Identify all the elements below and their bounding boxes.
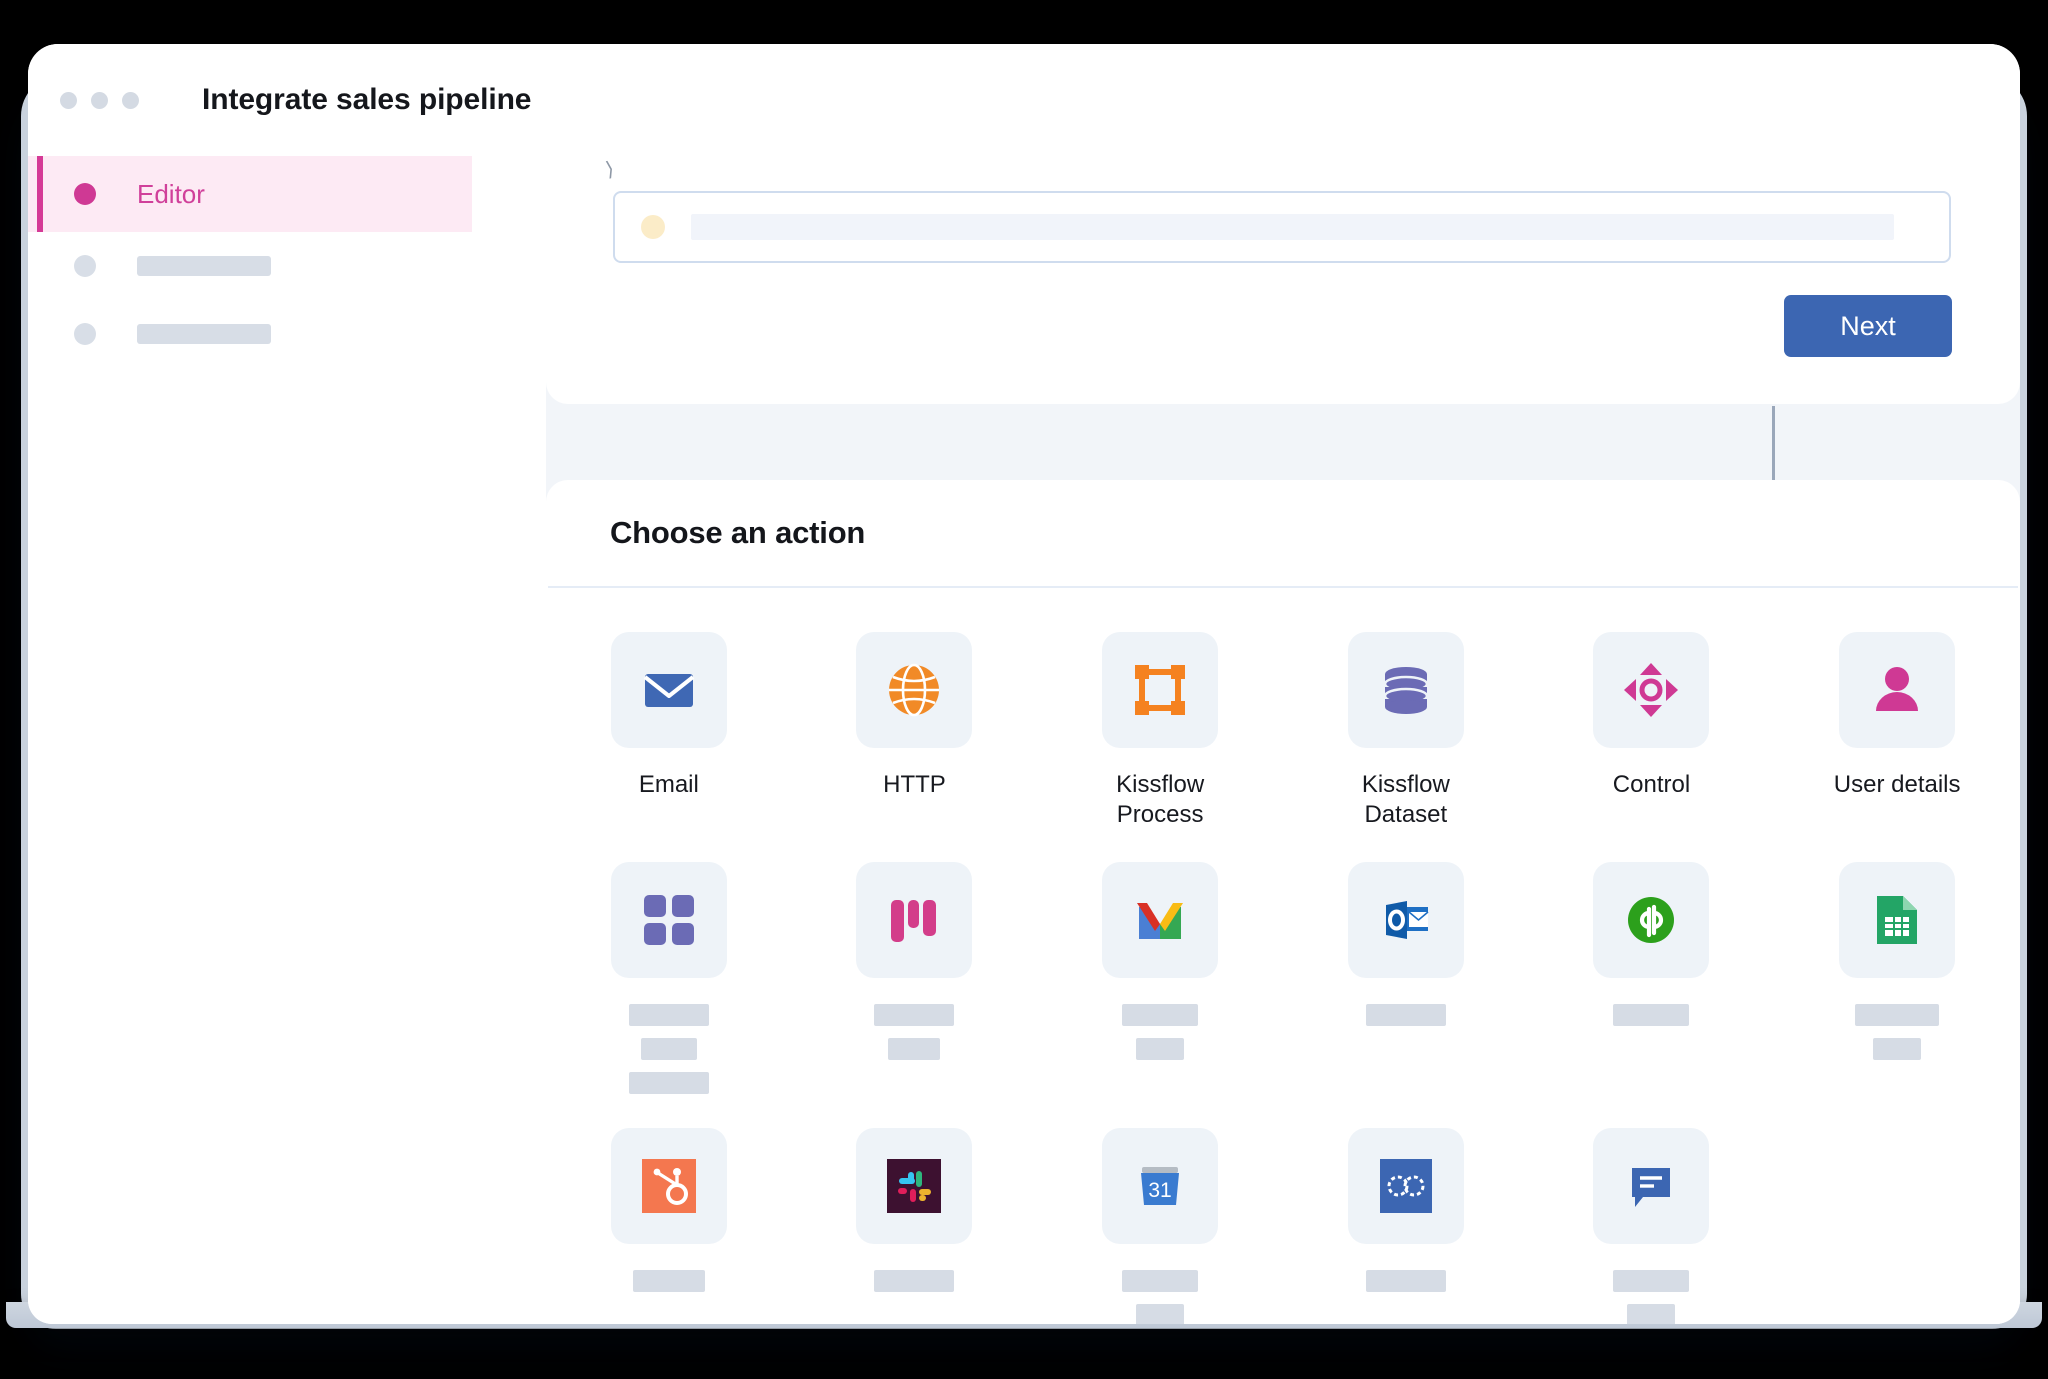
action-tile-ghost-label <box>1613 1269 1690 1324</box>
sidebar-item-ghost-label <box>137 324 271 344</box>
action-tile-label: HTTP <box>883 771 946 798</box>
email-icon <box>610 632 727 748</box>
sidebar-item-editor[interactable]: Editor <box>28 156 472 232</box>
sidebar-item-placeholder-2[interactable] <box>28 300 508 368</box>
action-tile-label: Kissflow Process <box>1116 771 1205 828</box>
action-tile-ghost-label <box>874 1003 955 1060</box>
step-input-field[interactable] <box>613 191 1951 263</box>
action-tile-ghost-label <box>1365 1269 1446 1292</box>
action-tile-label: Email <box>638 771 699 798</box>
action-tile-ghost-label <box>1122 1003 1199 1060</box>
next-button[interactable]: Next <box>1784 295 1952 357</box>
action-tile-label: Kissflow Dataset <box>1361 771 1450 828</box>
control-icon <box>1593 632 1710 748</box>
action-tile-quickbooks[interactable] <box>1551 861 1751 1094</box>
outlook-icon <box>1347 861 1464 978</box>
action-tile-ghost-label <box>632 1269 705 1292</box>
gmail-icon <box>1102 861 1219 978</box>
monday-icon <box>856 861 973 978</box>
kissflow-process-icon <box>1102 632 1219 748</box>
action-grid-row-1: Email HTTP Kissflow Process Kissflow Dat… <box>546 588 2020 830</box>
google-sheets-icon <box>1839 861 1956 978</box>
action-tile-monday[interactable] <box>814 861 1014 1094</box>
action-tile-kissflow-process[interactable]: Kissflow Process <box>1060 632 1260 830</box>
sidebar: Editor <box>28 156 508 1324</box>
scene: Integrate sales pipeline Editor ⟩ Next C… <box>0 0 2048 1379</box>
choose-action-card: Choose an action Email HTTP Kissflow Pro… <box>546 480 2020 1324</box>
sidebar-item-label: Editor <box>137 178 205 209</box>
field-ghost-value <box>691 214 1894 240</box>
choose-action-header: Choose an action <box>548 480 2018 588</box>
action-tile-empty-slot <box>1797 1128 1997 1325</box>
action-tile-ghost-label <box>1365 1003 1446 1026</box>
status-bullet-icon <box>641 215 665 239</box>
minimize-dot-icon[interactable] <box>91 91 108 109</box>
trigger-step-card: ⟩ Next <box>546 154 2020 404</box>
google-calendar-icon: 31 <box>1102 1127 1219 1244</box>
window-controls[interactable] <box>60 91 139 109</box>
action-tile-outlook[interactable] <box>1306 861 1506 1094</box>
action-tile-email[interactable]: Email <box>569 632 769 830</box>
slack-icon <box>856 1127 973 1244</box>
link-chain-icon <box>1347 1127 1464 1244</box>
sidebar-item-placeholder-1[interactable] <box>28 232 508 300</box>
sidebar-item-ghost-label <box>137 256 271 276</box>
user-details-icon <box>1839 632 1956 748</box>
bullet-icon <box>74 255 96 277</box>
action-tile-link-chain[interactable] <box>1306 1127 1506 1325</box>
action-grid-row-3: 31 <box>546 1094 2020 1325</box>
action-tile-label: Control <box>1612 771 1691 798</box>
title-bar: Integrate sales pipeline <box>28 44 2020 156</box>
action-tile-hubspot[interactable] <box>569 1127 769 1325</box>
page-title: Integrate sales pipeline <box>202 83 532 116</box>
chat-bubble-icon <box>1593 1127 1710 1244</box>
grid-squares-icon <box>610 861 727 978</box>
bullet-icon <box>74 323 96 345</box>
action-tile-gmail[interactable] <box>1060 861 1260 1094</box>
kissflow-dataset-icon <box>1347 632 1464 748</box>
action-tile-grid-app[interactable] <box>569 861 769 1094</box>
action-tile-ghost-label <box>1122 1269 1199 1324</box>
action-tile-ghost-label <box>874 1269 955 1292</box>
maximize-dot-icon[interactable] <box>122 91 139 109</box>
flow-connector-line <box>1772 406 1775 486</box>
action-tile-http[interactable]: HTTP <box>814 632 1014 830</box>
close-dot-icon[interactable] <box>60 91 77 109</box>
action-tile-control[interactable]: Control <box>1551 632 1751 830</box>
action-tile-ghost-label <box>1613 1003 1690 1026</box>
action-tile-ghost-label <box>1855 1003 1940 1060</box>
action-tile-ghost-label <box>628 1003 709 1094</box>
action-tile-user-details[interactable]: User details <box>1797 632 1997 830</box>
svg-text:31: 31 <box>1148 1179 1171 1202</box>
action-tile-chat[interactable] <box>1551 1127 1751 1324</box>
quickbooks-icon <box>1593 861 1710 978</box>
choose-action-title: Choose an action <box>610 515 866 550</box>
action-tile-google-sheets[interactable] <box>1797 861 1997 1094</box>
http-globe-icon <box>856 632 973 748</box>
action-tile-google-calendar[interactable]: 31 <box>1060 1127 1260 1324</box>
app-window: Integrate sales pipeline Editor ⟩ Next C… <box>28 44 2020 1324</box>
flow-canvas: ⟩ Next Choose an action Email HTTP Kissf… <box>508 154 2020 1324</box>
cursor-mark-icon: ⟩ <box>603 158 617 182</box>
action-tile-slack[interactable] <box>814 1127 1014 1325</box>
action-tile-kissflow-dataset[interactable]: Kissflow Dataset <box>1306 632 1506 830</box>
action-tile-label: User details <box>1833 771 1961 798</box>
action-grid-row-2 <box>546 830 2020 1094</box>
bullet-icon <box>74 183 96 205</box>
hubspot-icon <box>610 1127 727 1244</box>
